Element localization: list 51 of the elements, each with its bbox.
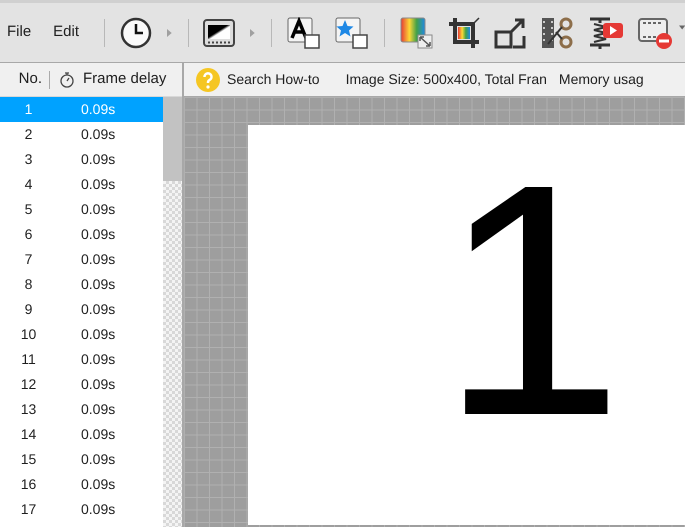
frame-number: 6 <box>24 225 34 244</box>
star-icon[interactable] <box>334 14 369 50</box>
frame-number-text: 1 <box>440 135 624 465</box>
frame-delay: 0.09s <box>81 325 116 344</box>
frame-delay: 0.09s <box>81 150 116 169</box>
frame-number: 14 <box>20 425 38 444</box>
frame-delay: 0.09s <box>81 275 116 294</box>
frame-number: 4 <box>24 175 34 194</box>
column-header[interactable]: Frame delay <box>83 68 166 91</box>
frame-number: 5 <box>24 200 34 219</box>
memory-usage: Memory usag <box>558 70 644 89</box>
stopwatch-icon <box>60 72 74 88</box>
frame-delay: 0.09s <box>81 400 116 419</box>
frame-number: 12 <box>20 375 38 394</box>
menu-item[interactable]: Edit <box>48 21 84 44</box>
frame-number: 3 <box>24 150 34 169</box>
frame-number: 13 <box>20 400 38 419</box>
frame-number: 7 <box>24 250 34 269</box>
frame-delay: 0.09s <box>81 300 116 319</box>
frame-delay: 0.09s <box>81 100 116 119</box>
frame-delay: 0.09s <box>81 475 116 494</box>
text-icon[interactable] <box>286 14 321 50</box>
frame-number: 2 <box>24 125 34 144</box>
frame-number: 15 <box>20 450 38 469</box>
menu-item[interactable]: File <box>2 21 36 44</box>
column-header[interactable]: No. <box>0 68 42 91</box>
frame-delay: 0.09s <box>81 250 116 269</box>
crop-icon[interactable] <box>448 14 480 50</box>
resize-image-icon[interactable] <box>400 14 434 50</box>
frame-delay: 0.09s <box>81 375 116 394</box>
frame-delay: 0.09s <box>81 350 116 369</box>
film-scissors-icon[interactable] <box>540 14 574 50</box>
scrollbar[interactable] <box>163 97 182 527</box>
frame-number: 1 <box>24 100 34 119</box>
frame-delay: 0.09s <box>81 200 116 219</box>
frame-number: 9 <box>24 300 34 319</box>
frame-number: 8 <box>24 275 34 294</box>
frame-number: 11 <box>20 350 37 369</box>
search-how-to-link[interactable]: Search How-to <box>227 69 320 90</box>
frame-delay: 0.09s <box>81 500 116 519</box>
caret-icon[interactable] <box>678 25 685 30</box>
frame-delay: 0.09s <box>81 175 116 194</box>
frame-delay: 0.09s <box>81 125 116 144</box>
frame-number: 17 <box>20 500 38 519</box>
image-info: Image Size: 500x400, Total Fran <box>346 70 547 89</box>
frame-delay: 0.09s <box>81 450 116 469</box>
frame-number: 16 <box>20 475 38 494</box>
compress-video-icon[interactable] <box>588 14 624 50</box>
frame-delay: 0.09s <box>81 425 116 444</box>
frame-number: 10 <box>20 325 38 344</box>
frame-delay: 0.09s <box>81 225 116 244</box>
